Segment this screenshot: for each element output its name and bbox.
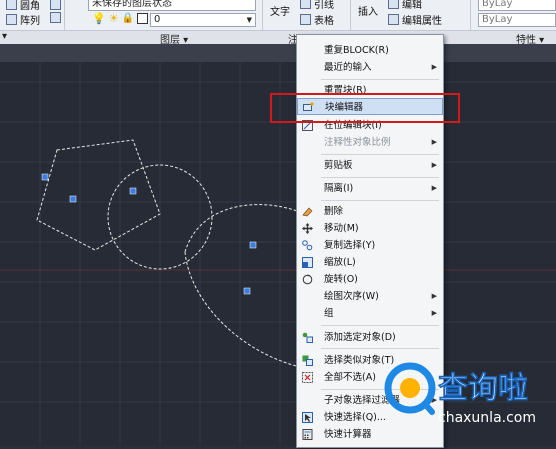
- linetype-combo[interactable]: ByLay: [478, 0, 556, 11]
- grip-point[interactable]: [129, 187, 137, 195]
- deselect-icon: [302, 372, 313, 383]
- table-tool[interactable]: 表格: [300, 12, 334, 27]
- leader-icon: [300, 0, 311, 9]
- tool-icon: [50, 12, 61, 23]
- small-tool-1[interactable]: [50, 0, 61, 10]
- fillet-label: 圆角: [20, 1, 40, 12]
- table-label: 表格: [314, 16, 334, 27]
- menu-item-erase[interactable]: 删除: [297, 203, 443, 220]
- menu-item-rotate[interactable]: 旋转(O): [297, 271, 443, 288]
- watermark-url: chaxunla.com: [438, 410, 536, 426]
- edit-label: 编辑: [402, 0, 422, 11]
- grip-point[interactable]: [41, 173, 49, 181]
- document-tab-strip: [0, 44, 556, 63]
- scale-icon: [302, 257, 313, 268]
- insert-tool[interactable]: 插入: [358, 3, 378, 18]
- edit-attr-label: 编辑属性: [402, 16, 442, 27]
- submenu-arrow-icon: ▶: [431, 184, 437, 192]
- quick-select-icon: [302, 412, 313, 423]
- menu-separator: [321, 177, 439, 178]
- lightbulb-icon[interactable]: 💡: [92, 12, 106, 25]
- linetype-value: ByLay: [482, 0, 513, 9]
- select-similar-icon: [302, 355, 313, 366]
- submenu-arrow-icon: ▶: [431, 292, 437, 300]
- array-icon: [6, 14, 17, 25]
- pentagon-shape[interactable]: [36, 139, 161, 251]
- layer-panel-title[interactable]: 图层 ▾: [160, 31, 188, 46]
- submenu-arrow-icon: ▶: [431, 161, 437, 169]
- layer-state-combo[interactable]: 未保存的图层状态: [88, 0, 256, 11]
- magnifier-center-icon: [400, 378, 420, 398]
- sun-icon[interactable]: ☀: [109, 12, 119, 25]
- eraser-icon: [302, 207, 313, 217]
- menu-item-clipboard[interactable]: 剪贴板 ▶: [297, 157, 443, 174]
- grip-point[interactable]: [249, 241, 257, 249]
- menu-separator: [321, 79, 439, 80]
- submenu-arrow-icon: ▶: [431, 63, 437, 71]
- layer-value: 0: [154, 14, 161, 25]
- lineweight-value: ByLay: [482, 14, 513, 25]
- layer-combo[interactable]: 0 ▼: [150, 13, 256, 27]
- edit-attr-tool[interactable]: 编辑属性: [388, 12, 442, 27]
- copy-icon: [302, 240, 313, 251]
- leader-tool[interactable]: 引线: [300, 0, 334, 11]
- calculator-icon: [302, 429, 313, 440]
- menu-item-add-selected[interactable]: 添加选定对象(D): [297, 329, 443, 346]
- highlight-annotation-box: [270, 93, 460, 123]
- layer-icons: 💡 ☀ 🔒: [92, 12, 149, 25]
- ribbon: 圆角 阵列 未保存的图层状态 💡 ☀ 🔒 0 ▼ 文字 引线 表格 插入 编辑: [0, 0, 556, 46]
- lineweight-combo[interactable]: ByLay: [478, 13, 556, 27]
- table-icon: [300, 14, 311, 25]
- color-swatch-icon[interactable]: [137, 13, 149, 24]
- menu-separator: [321, 348, 439, 349]
- edit-attr-icon: [388, 14, 399, 25]
- edit-icon: [388, 0, 399, 9]
- grip-point[interactable]: [243, 287, 251, 295]
- add-selected-icon: [302, 332, 313, 343]
- watermark-name: 查询啦: [438, 371, 528, 406]
- menu-separator: [321, 154, 439, 155]
- fillet-icon: [6, 0, 17, 10]
- submenu-arrow-icon: ▶: [431, 138, 437, 146]
- menu-separator: [321, 325, 439, 326]
- menu-item-group[interactable]: 组 ▶: [297, 305, 443, 322]
- props-panel-title[interactable]: 特性 ▾: [516, 31, 544, 46]
- menu-item-move[interactable]: 移动(M): [297, 220, 443, 237]
- menu-item-scale[interactable]: 缩放(L): [297, 254, 443, 271]
- lock-icon[interactable]: 🔒: [122, 13, 134, 24]
- text-tool[interactable]: 文字: [270, 3, 290, 18]
- tool-icon: [50, 0, 61, 10]
- menu-item-isolate[interactable]: 隔离(I) ▶: [297, 180, 443, 197]
- array-tool[interactable]: 阵列: [6, 12, 40, 27]
- panel-arrow[interactable]: ▾: [2, 31, 7, 44]
- leader-label: 引线: [314, 0, 334, 11]
- array-label: 阵列: [20, 16, 40, 27]
- menu-item-recent-input[interactable]: 最近的输入 ▶: [297, 59, 443, 76]
- chevron-down-icon: ▼: [246, 16, 252, 24]
- menu-item-draw-order[interactable]: 绘图次序(W) ▶: [297, 288, 443, 305]
- edit-tool[interactable]: 编辑: [388, 0, 422, 11]
- menu-item-copy-selection[interactable]: 复制选择(Y): [297, 237, 443, 254]
- panel-title-strip: [0, 30, 556, 45]
- watermark-logo: 查询啦 chaxunla.com: [380, 352, 556, 446]
- move-icon: [302, 223, 313, 234]
- text-label: 文字: [270, 7, 290, 18]
- fillet-tool[interactable]: 圆角: [6, 0, 40, 12]
- menu-separator: [321, 200, 439, 201]
- grip-point[interactable]: [69, 195, 77, 203]
- rotate-icon: [302, 274, 313, 285]
- layer-state-value: 未保存的图层状态: [92, 0, 172, 9]
- menu-item-repeat-block[interactable]: 重复BLOCK(R): [297, 42, 443, 59]
- insert-label: 插入: [358, 7, 378, 18]
- submenu-arrow-icon: ▶: [431, 309, 437, 317]
- small-tool-2[interactable]: [50, 12, 61, 23]
- arc-shape[interactable]: [184, 204, 301, 368]
- menu-item-annotative-scale[interactable]: 注释性对象比例 ▶: [297, 134, 443, 151]
